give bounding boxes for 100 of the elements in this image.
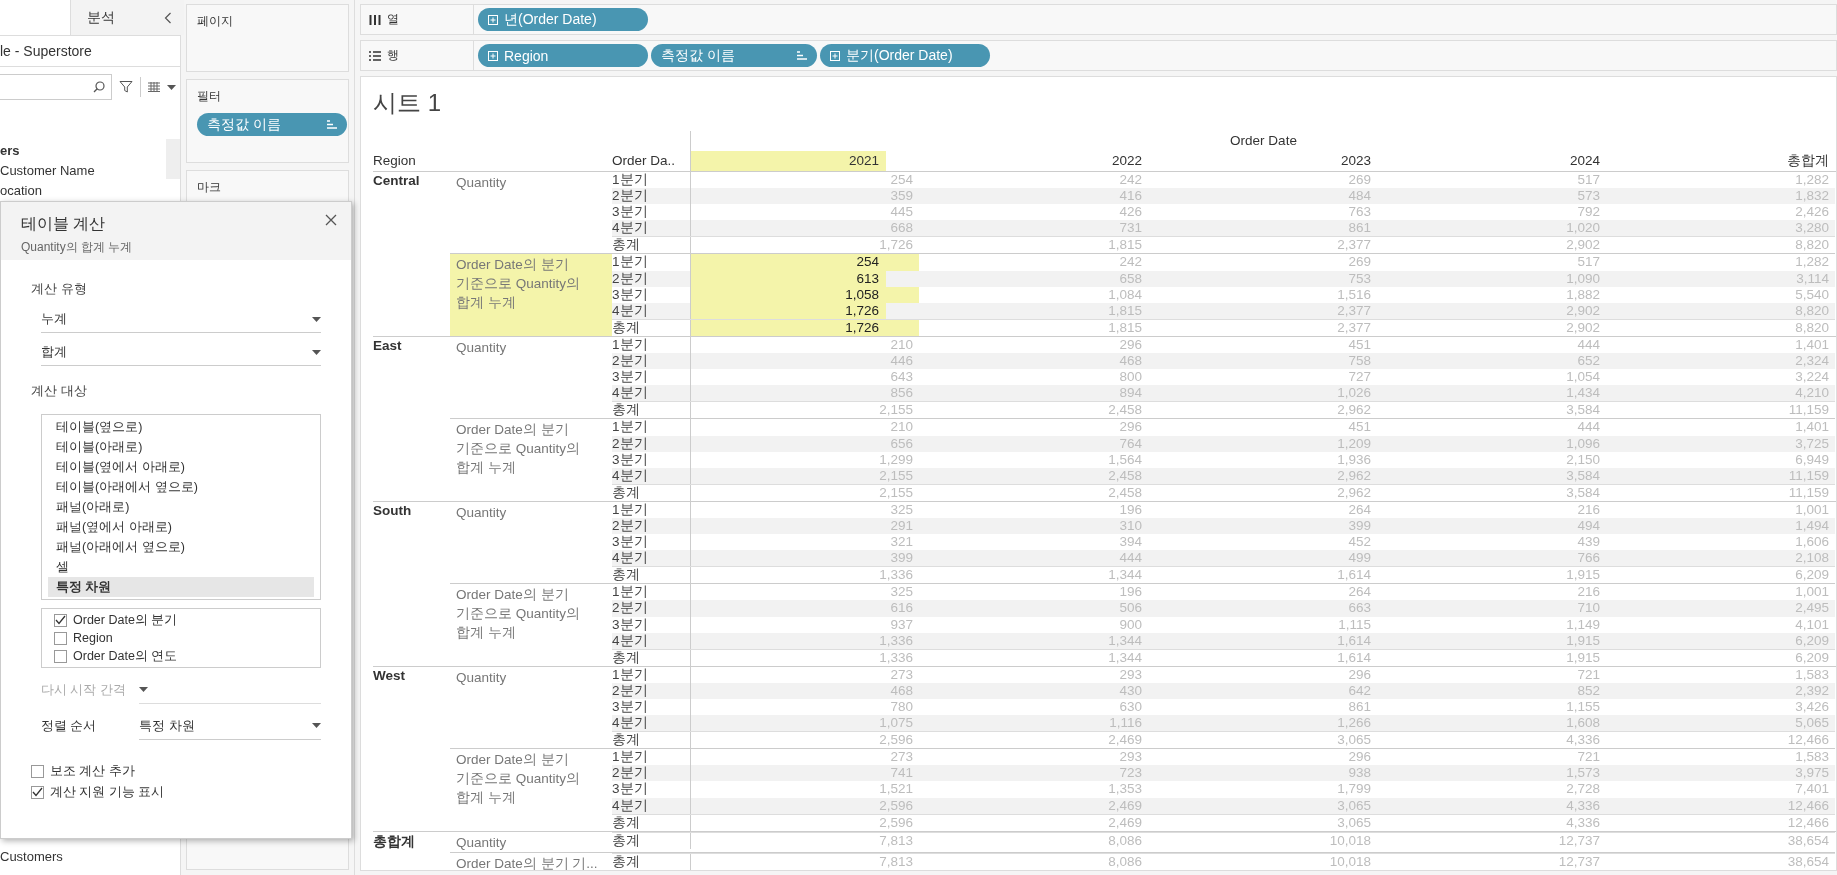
- table-cell-text: 1,401: [1794, 419, 1830, 436]
- panel-tab[interactable]: 분석: [70, 0, 184, 35]
- checkbox[interactable]: [54, 613, 67, 627]
- row-header: 1분기: [612, 419, 649, 436]
- table-cell-text: 8,086: [1107, 853, 1143, 870]
- dropdown-caret-icon: [139, 687, 148, 692]
- dropdown-caret-icon: [167, 84, 176, 90]
- list-item[interactable]: 특정 차원: [48, 577, 314, 597]
- row-header: 총계: [612, 649, 641, 666]
- table-cell-text: 3,584: [1565, 484, 1601, 501]
- table-cell-text: 1,001: [1794, 584, 1830, 601]
- row-header: Order Date의 분기 기...: [455, 854, 599, 870]
- row-header: Central: [373, 172, 421, 190]
- row-header: Quantity: [455, 174, 508, 192]
- list-item[interactable]: 셀: [48, 557, 314, 577]
- list-item[interactable]: 테이블(옆으로): [48, 417, 314, 437]
- search-field[interactable]: [0, 74, 112, 100]
- row-header: Order Date의 분기 기준으로 Quantity의 합계 누계: [455, 586, 582, 643]
- row-header: 4분기: [612, 220, 690, 237]
- table-cell-text: 293: [1118, 749, 1143, 766]
- table-cell-text: 2,962: [1336, 402, 1372, 419]
- table-cell: 937: [690, 616, 919, 633]
- filter-icon[interactable]: [119, 80, 133, 94]
- row-header: 1분기: [612, 172, 649, 189]
- list-item[interactable]: 패널(옆에서 아래로): [48, 517, 314, 537]
- row-header: Quantity: [455, 833, 508, 852]
- table-cell-text: 296: [1347, 749, 1372, 766]
- list-item[interactable]: 패널(아래로): [48, 497, 314, 517]
- column-header: Order Da..: [612, 152, 677, 170]
- checkbox[interactable]: [54, 631, 67, 645]
- table-cell-text: 1,564: [1107, 451, 1143, 468]
- table-cell-text: 3,584: [1565, 402, 1601, 419]
- table-cell-text: 1,516: [1336, 286, 1372, 303]
- table-cell-text: 517: [1576, 172, 1601, 189]
- checkbox[interactable]: [31, 785, 44, 799]
- collapse-icon[interactable]: [164, 11, 172, 24]
- table-cell-text: 439: [1576, 534, 1601, 551]
- checkbox[interactable]: [54, 649, 67, 663]
- table-cell-text: 451: [1347, 336, 1372, 354]
- table-cell-text: 1,583: [1794, 749, 1830, 766]
- row-header: 3분기: [612, 369, 649, 386]
- dropdown[interactable]: 합계: [41, 339, 321, 366]
- table-cell-text: 4,336: [1565, 732, 1601, 749]
- dropdown[interactable]: 누계: [41, 306, 321, 333]
- sheet-title: 시트 1: [373, 88, 441, 118]
- table-cell-text: 792: [1576, 204, 1601, 221]
- row-header: 1분기: [612, 749, 649, 766]
- table-cell-text: 216: [1576, 501, 1601, 518]
- list-item[interactable]: 패널(아래에서 옆으로): [48, 537, 314, 557]
- table-cell-text: 426: [1118, 204, 1143, 221]
- table-cell-text: 10,018: [1328, 832, 1372, 849]
- row-header: 3분기: [612, 286, 649, 303]
- row-header: 총합계: [373, 832, 416, 851]
- table-cell-text: 6,209: [1794, 649, 1830, 666]
- table-cell-text: 2,458: [1107, 402, 1143, 419]
- table-cell-text: 1,001: [1794, 501, 1830, 518]
- list-item[interactable]: 테이블(옆에서 아래로): [48, 457, 314, 477]
- table-cell-text: 1,815: [1107, 237, 1143, 254]
- scrollbar[interactable]: [166, 139, 180, 179]
- table-cell-text: 517: [1576, 254, 1601, 271]
- table-cell-text: 12,737: [1557, 853, 1601, 870]
- table-cell-text: 1,882: [1565, 286, 1601, 303]
- row-header: 2분기: [612, 188, 690, 205]
- table-cell-text: 3,224: [1794, 369, 1830, 386]
- list-view-icon[interactable]: [148, 82, 160, 92]
- field-item[interactable]: ocation: [0, 181, 42, 201]
- close-icon[interactable]: [325, 214, 337, 226]
- table-cell-text: 196: [1118, 584, 1143, 601]
- table-cell: 273: [690, 666, 919, 683]
- list-item[interactable]: 테이블(아래로): [48, 437, 314, 457]
- column-header: 총합계: [1786, 152, 1830, 170]
- table-cell-text: 1,353: [1107, 781, 1143, 798]
- table-cell-text: 1,815: [1107, 319, 1143, 336]
- table-cell-text: 452: [1347, 534, 1372, 551]
- row-header: 2분기: [612, 353, 690, 370]
- column-group-header: Order Date: [690, 131, 1836, 151]
- table-cell: 1,336: [690, 649, 919, 666]
- dropdown-caret-icon: [312, 349, 321, 355]
- section-label: 계산 유형: [31, 280, 87, 298]
- list-item[interactable]: 테이블(아래에서 옆으로): [48, 477, 314, 497]
- table-cell-text: 763: [1347, 204, 1372, 221]
- table-cell-text: 2,458: [1107, 484, 1143, 501]
- table-cell-text: 2,728: [1565, 781, 1601, 798]
- dropdown[interactable]: 특정 차원: [139, 712, 321, 740]
- shelf-title: 열: [387, 11, 399, 28]
- table-cell-text: 630: [1118, 699, 1143, 716]
- row-header: 4분기: [612, 550, 690, 567]
- checkbox[interactable]: [31, 764, 44, 778]
- table-cell-text: 1,282: [1794, 172, 1830, 189]
- data-source-name[interactable]: le - Superstore: [0, 36, 180, 67]
- table-cell-text: 296: [1118, 336, 1143, 354]
- table-cell-text: 861: [1347, 699, 1372, 716]
- row-header: 총계: [612, 732, 641, 749]
- table-cell-text: 10,018: [1328, 853, 1372, 870]
- row-header: 3분기: [612, 616, 649, 633]
- field-item[interactable]: Customer Name: [0, 161, 95, 181]
- folder-label[interactable]: ers: [0, 141, 20, 161]
- card-title: 페이지: [197, 13, 233, 30]
- row-header: 총계: [612, 402, 641, 419]
- field-item[interactable]: Customers: [0, 847, 63, 867]
